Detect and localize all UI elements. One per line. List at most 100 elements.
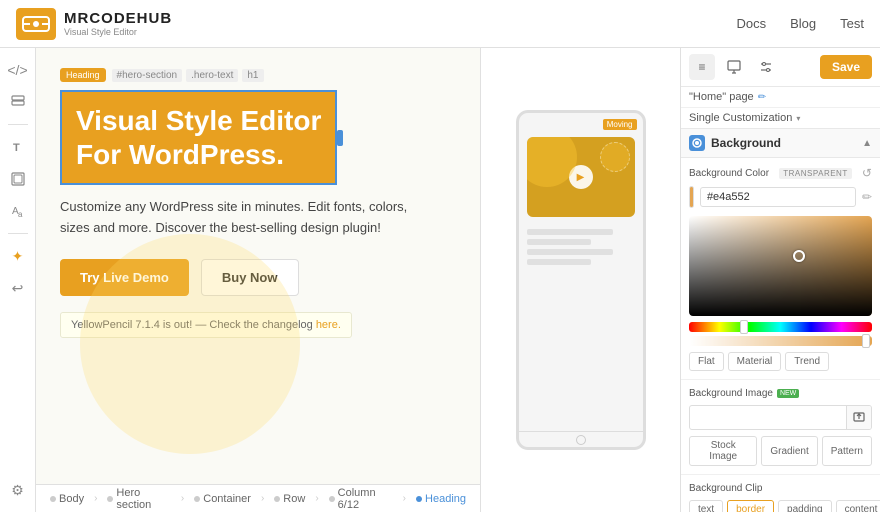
breadcrumb-label-hero: Hero section: [116, 487, 170, 511]
breadcrumb-arrow-2: ›: [181, 493, 184, 504]
star-icon[interactable]: ✦: [4, 242, 32, 270]
hero-heading-box[interactable]: Visual Style Editor For WordPress.: [60, 90, 337, 185]
page-label: "Home" page: [689, 91, 754, 103]
sliders-icon[interactable]: [753, 54, 779, 80]
breadcrumb-dot-hero: [107, 496, 113, 502]
heading-badge: Heading: [60, 68, 106, 82]
tag-2: .hero-text: [186, 69, 238, 82]
style-panel: ≡ Save "Home" page ✏ Single Customizatio…: [680, 48, 880, 512]
breadcrumb-row[interactable]: Row: [268, 491, 311, 507]
eyedropper-icon[interactable]: ✏: [862, 190, 872, 204]
sidebar-separator-1: [8, 124, 28, 125]
breadcrumb-dot-heading: [416, 496, 422, 502]
tablet-video: ▶: [527, 137, 635, 217]
tag-1: #hero-section: [112, 69, 183, 82]
gear-icon[interactable]: ⚙: [4, 476, 32, 504]
code-icon[interactable]: </>: [4, 56, 32, 84]
background-title: Background: [711, 136, 781, 150]
clip-border-tab[interactable]: border: [727, 500, 774, 512]
flat-tab[interactable]: Flat: [689, 352, 724, 371]
color-picker-canvas[interactable]: [689, 216, 872, 316]
demo-button[interactable]: Try Live Demo: [60, 259, 189, 296]
logo-text: MRCODEHUB Visual Style Editor: [64, 10, 172, 37]
trend-tab[interactable]: Trend: [785, 352, 829, 371]
bg-image-input[interactable]: [690, 408, 846, 427]
customization-row[interactable]: Single Customization ▾: [681, 108, 880, 129]
tablet-preview-panel: Moving ▶: [480, 48, 680, 512]
color-swatch[interactable]: [689, 186, 694, 208]
nav-test[interactable]: Test: [840, 16, 864, 31]
breadcrumb-hero[interactable]: Hero section: [101, 485, 176, 512]
type-icon[interactable]: T: [4, 133, 32, 161]
alpha-strip[interactable]: [689, 336, 872, 346]
hero-heading: Visual Style Editor For WordPress.: [76, 104, 321, 171]
pattern-tab[interactable]: Pattern: [822, 436, 872, 466]
buy-button[interactable]: Buy Now: [201, 259, 299, 296]
save-button[interactable]: Save: [820, 55, 872, 79]
color-section: Background Color TRANSPARENT ↺ ✏: [681, 158, 880, 380]
badge-tags: #hero-section .hero-text h1: [112, 69, 264, 82]
breadcrumb-label-body: Body: [59, 493, 84, 505]
svg-text:a: a: [18, 210, 23, 218]
clip-content-tab[interactable]: content: [836, 500, 880, 512]
tablet-device: Moving ▶: [516, 110, 646, 450]
breadcrumb-label-row: Row: [283, 493, 305, 505]
left-sidebar: </> T Aa ✦ ↩ ⚙: [0, 48, 36, 512]
undo-icon[interactable]: ↩: [4, 274, 32, 302]
hero-description: Customize any WordPress site in minutes.…: [60, 197, 440, 239]
stock-image-tab[interactable]: Stock Image: [689, 436, 757, 466]
bg-clip-label: Background Clip: [689, 483, 872, 494]
tablet-line-4: [527, 259, 592, 265]
notice-link[interactable]: here.: [316, 319, 341, 331]
breadcrumb-body[interactable]: Body: [44, 491, 90, 507]
background-section-header[interactable]: Background ▲: [681, 129, 880, 158]
edit-icon[interactable]: ✏: [758, 92, 766, 103]
hex-row: ✏: [689, 186, 872, 208]
menu-icon[interactable]: ≡: [689, 54, 715, 80]
gradient-dark: [689, 216, 872, 316]
heading-label: Heading: [66, 70, 100, 80]
page-content: Heading #hero-section .hero-text h1 Visu…: [36, 48, 480, 484]
bg-image-input-row: [689, 405, 872, 430]
monitor-icon[interactable]: [721, 54, 747, 80]
breadcrumb-dot-body: [50, 496, 56, 502]
tablet-line-1: [527, 229, 613, 235]
logo-icon: [16, 8, 56, 40]
content-area: Heading #hero-section .hero-text h1 Visu…: [36, 48, 480, 512]
breadcrumb-arrow-5: ›: [403, 493, 406, 504]
tablet-label: Moving: [603, 119, 637, 130]
customization-label: Single Customization: [689, 112, 792, 124]
breadcrumb-dot-column: [329, 496, 335, 502]
layers-icon[interactable]: [4, 88, 32, 116]
material-tab[interactable]: Material: [728, 352, 782, 371]
background-icon: [689, 135, 705, 151]
panel-topbar: ≡ Save: [681, 48, 880, 87]
clip-text-tab[interactable]: text: [689, 500, 723, 512]
hero-buttons: Try Live Demo Buy Now: [60, 259, 456, 296]
breadcrumb-bar: Body › Hero section › Container › Row › …: [36, 484, 480, 512]
tablet-home-button[interactable]: [576, 435, 586, 445]
notice-text: YellowPencil 7.1.4 is out! — Check the c…: [71, 319, 313, 331]
breadcrumb-dot-container: [194, 496, 200, 502]
hue-strip[interactable]: [689, 322, 872, 332]
clip-padding-tab[interactable]: padding: [778, 500, 832, 512]
nav-docs[interactable]: Docs: [737, 16, 767, 31]
upload-icon[interactable]: [846, 406, 871, 429]
breadcrumb-column[interactable]: Column 6/12: [323, 485, 399, 512]
hero-notice: YellowPencil 7.1.4 is out! — Check the c…: [60, 312, 352, 338]
nav-blog[interactable]: Blog: [790, 16, 816, 31]
breadcrumb-heading[interactable]: Heading: [410, 491, 472, 507]
hex-input[interactable]: [700, 187, 856, 207]
bg-image-label: Background Image: [689, 388, 773, 399]
breadcrumb-container[interactable]: Container: [188, 491, 257, 507]
breadcrumb-dot-row: [274, 496, 280, 502]
reset-icon[interactable]: ↺: [862, 166, 872, 180]
logo-name: MRCODEHUB: [64, 10, 172, 27]
box-icon[interactable]: [4, 165, 32, 193]
breadcrumb-label-heading: Heading: [425, 493, 466, 505]
nav-links: Docs Blog Test: [737, 16, 865, 31]
hue-thumb: [740, 320, 748, 334]
gradient-tab[interactable]: Gradient: [761, 436, 817, 466]
text-size-icon[interactable]: Aa: [4, 197, 32, 225]
tablet-line-3: [527, 249, 613, 255]
